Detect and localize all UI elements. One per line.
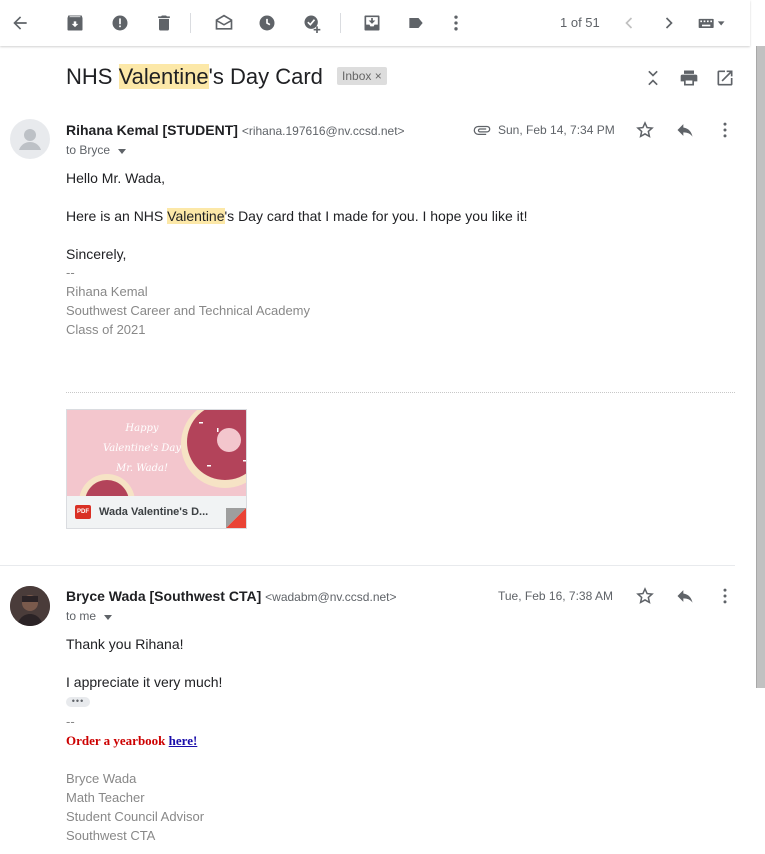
- remove-label-icon[interactable]: ×: [375, 69, 382, 83]
- body-highlight: Valentine: [167, 208, 225, 224]
- toolbar-separator: [340, 13, 341, 33]
- scrollbar[interactable]: [756, 46, 765, 688]
- inbox-label-chip[interactable]: Inbox ×: [337, 67, 387, 86]
- attachment-filename: Wada Valentine's D...: [99, 506, 209, 518]
- signature-line: Math Teacher: [66, 790, 145, 805]
- message-closing: Sincerely,: [66, 246, 127, 262]
- sender-email: <rihana.197616@nv.ccsd.net>: [241, 124, 405, 138]
- recipient-text: to me: [66, 609, 97, 623]
- signature-dash: --: [66, 714, 75, 729]
- mark-unread-icon[interactable]: [212, 11, 236, 35]
- reply-icon[interactable]: [673, 584, 697, 608]
- move-to-icon[interactable]: [360, 11, 384, 35]
- subject-highlight: Valentine: [118, 64, 209, 89]
- message-sender: Rihana Kemal [STUDENT] <rihana.197616@nv…: [66, 122, 405, 138]
- delete-icon[interactable]: [152, 11, 176, 35]
- older-chevron-icon[interactable]: [657, 11, 681, 35]
- more-vert-icon[interactable]: [444, 11, 468, 35]
- thumbnail-line: Valentine's Day: [102, 443, 182, 454]
- pager-count: 1 of 51: [560, 15, 600, 30]
- recipient-text: to Bryce: [66, 143, 111, 157]
- pdf-icon: PDF: [75, 505, 91, 519]
- print-icon[interactable]: [677, 66, 701, 90]
- signature-dash: --: [66, 265, 75, 280]
- sender-email: <wadabm@nv.ccsd.net>: [265, 590, 397, 604]
- message-date: Sun, Feb 14, 7:34 PM: [498, 123, 615, 137]
- attachment-icon: [470, 118, 494, 142]
- message-body-line: I appreciate it very much!: [66, 674, 223, 690]
- newer-chevron-icon[interactable]: [617, 11, 641, 35]
- report-spam-icon[interactable]: [108, 11, 132, 35]
- snooze-icon[interactable]: [255, 11, 279, 35]
- message-more-icon[interactable]: [713, 584, 737, 608]
- thumbnail-line: Happy: [125, 423, 159, 434]
- inbox-label-text: Inbox: [342, 69, 372, 84]
- recipient-dropdown-icon[interactable]: [103, 612, 113, 622]
- signature-line: Rihana Kemal: [66, 284, 148, 299]
- toolbar: 1 of 51: [0, 0, 750, 46]
- keyboard-icon[interactable]: [694, 11, 730, 35]
- message-more-icon[interactable]: [713, 118, 737, 142]
- message-sender: Bryce Wada [Southwest CTA] <wadabm@nv.cc…: [66, 588, 397, 604]
- back-arrow-icon[interactable]: [8, 11, 32, 35]
- star-icon[interactable]: [633, 118, 657, 142]
- subject-prefix: NHS: [66, 64, 119, 89]
- pdf-corner-icon: [226, 508, 246, 528]
- attachments-divider: [66, 392, 735, 393]
- signature-line: Student Council Advisor: [66, 809, 205, 824]
- message-date: Tue, Feb 16, 7:38 AM: [498, 589, 613, 603]
- star-icon[interactable]: [633, 584, 657, 608]
- body-text-after: 's Day card that I made for you. I hope …: [224, 208, 528, 224]
- avatar[interactable]: [10, 586, 50, 626]
- recipient-line[interactable]: to me: [66, 609, 113, 623]
- recipient-dropdown-icon[interactable]: [117, 146, 127, 156]
- attachment-footer: PDF Wada Valentine's D...: [67, 496, 246, 528]
- signature-line: Southwest Career and Technical Academy: [66, 303, 311, 318]
- toolbar-separator: [190, 13, 191, 33]
- label-icon[interactable]: [404, 11, 428, 35]
- message-body-line: Thank you Rihana!: [66, 636, 184, 652]
- thumbnail-text: Happy Valentine's Day Mr. Wada!: [87, 419, 197, 479]
- avatar[interactable]: [10, 119, 50, 159]
- collapse-all-icon[interactable]: [641, 66, 665, 90]
- open-new-window-icon[interactable]: [713, 66, 737, 90]
- reply-icon[interactable]: [673, 118, 697, 142]
- body-text-before: Here is an NHS: [66, 208, 168, 224]
- message-greeting: Hello Mr. Wada,: [66, 170, 166, 186]
- subject-suffix: 's Day Card: [208, 64, 323, 89]
- attachment-card[interactable]: Happy Valentine's Day Mr. Wada! PDF Wada…: [66, 409, 247, 529]
- yearbook-promo: Order a yearbook here!: [66, 733, 197, 749]
- archive-icon[interactable]: [63, 11, 87, 35]
- signature-line: Bryce Wada: [66, 771, 137, 786]
- sender-name: Bryce Wada [Southwest CTA]: [66, 588, 262, 604]
- message-divider: [0, 565, 735, 566]
- recipient-line[interactable]: to Bryce: [66, 143, 127, 157]
- thumbnail-line: Mr. Wada!: [115, 463, 169, 474]
- signature-line: Southwest CTA: [66, 828, 156, 843]
- sender-name: Rihana Kemal [STUDENT]: [66, 122, 238, 138]
- yearbook-text: Order a yearbook: [66, 733, 169, 748]
- email-subject: NHS Valentine's Day Card Inbox ×: [66, 64, 387, 90]
- show-trimmed-content-button[interactable]: •••: [66, 697, 90, 707]
- signature-line: Class of 2021: [66, 322, 146, 337]
- yearbook-link[interactable]: here!: [169, 733, 198, 748]
- add-to-tasks-icon[interactable]: [300, 11, 324, 35]
- message-body-line: Here is an NHS Valentine's Day card that…: [66, 208, 528, 224]
